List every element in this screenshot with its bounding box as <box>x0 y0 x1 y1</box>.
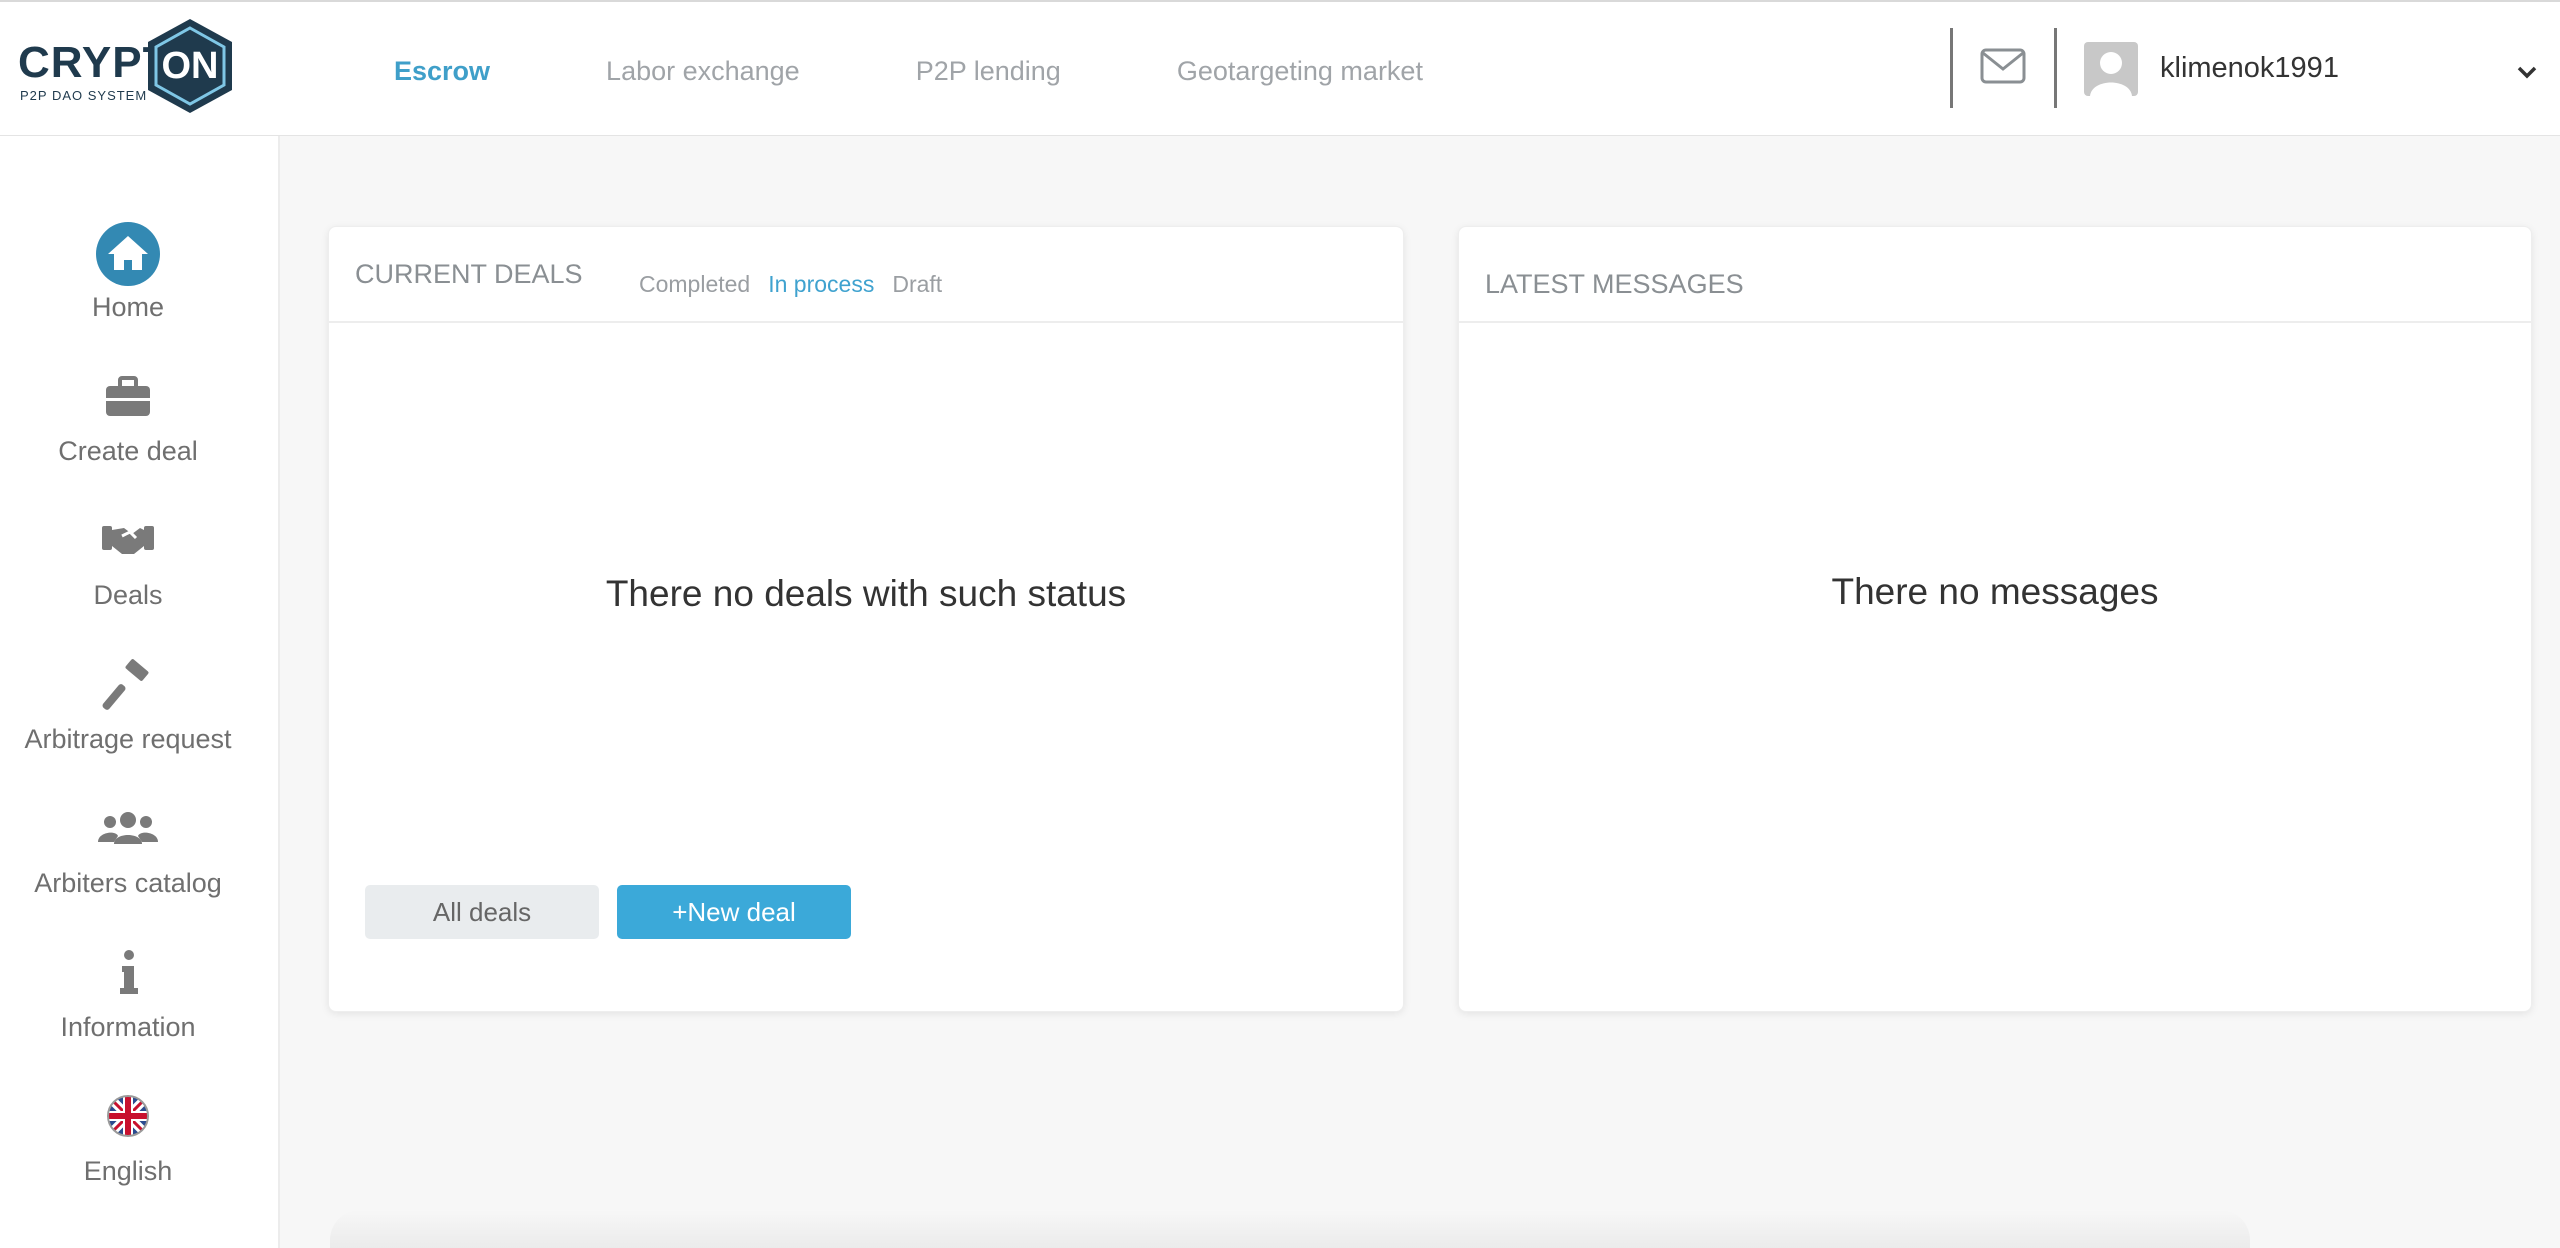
sidebar-item-label: English <box>83 1156 173 1186</box>
divider <box>2054 28 2057 108</box>
logo-subtitle: P2P DAO SYSTEM <box>20 88 148 103</box>
tab-in-process[interactable]: In process <box>768 271 874 298</box>
sidebar-item-label: Deals <box>93 580 163 610</box>
nav-p2p-lending[interactable]: P2P lending <box>916 56 1061 87</box>
nav-labor-exchange[interactable]: Labor exchange <box>606 56 800 87</box>
gavel-icon <box>102 659 149 710</box>
sidebar-item-label: Information <box>60 1012 196 1042</box>
handshake-icon <box>102 526 154 554</box>
tab-completed[interactable]: Completed <box>639 271 750 298</box>
card-title: CURRENT DEALS <box>355 259 583 289</box>
bottom-panel-edge <box>330 1210 2250 1248</box>
uk-flag-icon <box>107 1095 149 1137</box>
empty-messages-message: There no messages <box>1831 571 2159 612</box>
sidebar-item-label: Arbiters catalog <box>34 868 222 898</box>
sidebar-item-create-deal[interactable]: Create deal <box>0 366 256 496</box>
avatar[interactable] <box>2084 42 2138 96</box>
sidebar-item-arbitrage-request[interactable]: Arbitrage request <box>0 654 256 784</box>
user-icon <box>2090 52 2132 96</box>
new-deal-button[interactable]: +New deal <box>617 885 851 939</box>
sidebar-item-language[interactable]: English <box>0 1086 256 1216</box>
sidebar-item-deals[interactable]: Deals <box>0 510 256 640</box>
nav-geotargeting-market[interactable]: Geotargeting market <box>1177 56 1423 87</box>
main-nav: Escrow Labor exchange P2P lending Geotar… <box>394 56 1539 87</box>
top-bar: CRYPT ON P2P DAO SYSTEM Escrow Labor exc… <box>0 0 2560 136</box>
sidebar-item-label: Home <box>91 292 165 322</box>
sidebar-item-information[interactable]: Information <box>0 942 256 1072</box>
info-icon <box>120 950 138 994</box>
users-icon <box>98 812 158 844</box>
logo-badge: ON <box>162 45 219 87</box>
sidebar: Home Create deal Deals Arbitrage request <box>0 136 280 1248</box>
briefcase-icon <box>106 376 150 416</box>
current-deals-card: CURRENT DEALS Completed In process Draft… <box>328 226 1404 1012</box>
empty-deals-message: There no deals with such status <box>605 573 1127 614</box>
card-header: LATEST MESSAGES <box>1459 227 2531 323</box>
latest-messages-card: LATEST MESSAGES There no messages <box>1458 226 2532 1012</box>
chevron-down-icon[interactable] <box>2516 64 2538 80</box>
username[interactable]: klimenok1991 <box>2160 52 2339 85</box>
card-header: CURRENT DEALS Completed In process Draft <box>329 227 1403 323</box>
logo-hexagon-icon: ON <box>148 19 232 113</box>
mail-icon[interactable] <box>1980 46 2026 86</box>
deal-status-tabs: Completed In process Draft <box>639 271 960 298</box>
home-icon <box>96 222 160 286</box>
sidebar-item-home[interactable]: Home <box>0 222 256 352</box>
nav-escrow[interactable]: Escrow <box>394 56 490 87</box>
sidebar-item-label: Create deal <box>58 436 198 466</box>
sidebar-item-arbiters-catalog[interactable]: Arbiters catalog <box>0 798 256 928</box>
sidebar-item-label: Arbitrage request <box>24 724 232 754</box>
tab-draft[interactable]: Draft <box>892 271 942 298</box>
divider <box>1950 28 1953 108</box>
all-deals-button[interactable]: All deals <box>365 885 599 939</box>
card-title: LATEST MESSAGES <box>1485 269 1744 299</box>
logo[interactable]: CRYPT ON P2P DAO SYSTEM <box>16 16 232 116</box>
